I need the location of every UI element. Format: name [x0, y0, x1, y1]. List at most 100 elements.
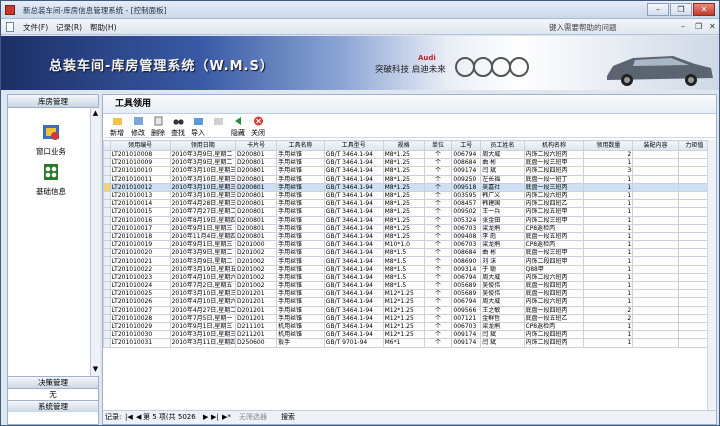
- table-cell[interactable]: 内饰二段三班甲: [523, 215, 585, 225]
- new-button[interactable]: 新增: [107, 116, 127, 138]
- table-cell[interactable]: 2010年4月10日,星期六: [169, 272, 237, 283]
- table-cell[interactable]: 008457: [451, 199, 482, 209]
- row-selector-header[interactable]: [103, 140, 111, 151]
- row-selector[interactable]: [103, 313, 111, 323]
- row-selector[interactable]: [103, 297, 111, 307]
- filter-indicator[interactable]: 无筛选器: [239, 411, 267, 424]
- table-cell[interactable]: 009174: [451, 338, 482, 348]
- row-selector[interactable]: [103, 321, 111, 332]
- scroll-up-icon[interactable]: ▲: [92, 109, 99, 118]
- table-cell[interactable]: 个: [423, 248, 453, 258]
- table-cell[interactable]: [632, 207, 679, 217]
- table-cell[interactable]: 梁龙鹃: [480, 321, 525, 332]
- scroll-down-icon[interactable]: ▼: [92, 365, 99, 374]
- table-cell[interactable]: D200801: [235, 215, 278, 225]
- table-cell[interactable]: 王之敏: [480, 305, 525, 315]
- table-cell[interactable]: GB/T 3464.1-94: [323, 231, 384, 242]
- table-cell[interactable]: 1: [583, 174, 634, 184]
- column-header[interactable]: 员工姓名: [480, 140, 525, 151]
- table-row[interactable]: LT201010022 2010年3月19日,星期五 D201002 手用丝锥 GB/T…: [103, 264, 712, 274]
- table-cell[interactable]: 周大威: [480, 149, 525, 160]
- table-cell[interactable]: LT201010029: [109, 321, 171, 332]
- table-cell[interactable]: 1: [583, 256, 634, 266]
- table-cell[interactable]: 吴俊伟: [480, 289, 525, 299]
- row-selector[interactable]: [103, 215, 111, 225]
- table-cell[interactable]: 手用丝锥: [276, 297, 325, 307]
- table-row[interactable]: LT201010013 2010年3月10日,星期三 D200801 手用丝锥 GB/T…: [103, 190, 712, 201]
- table-cell[interactable]: LT201010021: [109, 256, 171, 266]
- table-cell[interactable]: GB/T 3464.1-94: [323, 174, 384, 184]
- table-cell[interactable]: D201002: [235, 248, 278, 258]
- table-cell[interactable]: D201002: [235, 280, 278, 291]
- table-cell[interactable]: D200801: [235, 149, 278, 160]
- table-cell[interactable]: LT201010022: [109, 264, 171, 274]
- table-cell[interactable]: [632, 264, 679, 274]
- table-cell[interactable]: LT201010009: [109, 158, 171, 168]
- table-cell[interactable]: LT201010011: [109, 174, 171, 184]
- row-selector[interactable]: [103, 264, 111, 274]
- table-cell[interactable]: 个: [423, 330, 453, 340]
- table-cell[interactable]: D200801: [235, 199, 278, 209]
- table-cell[interactable]: 手用丝锥: [276, 199, 325, 209]
- table-cell[interactable]: 2: [583, 305, 634, 315]
- table-cell[interactable]: 左长福: [480, 174, 525, 184]
- table-cell[interactable]: [677, 182, 712, 192]
- table-cell[interactable]: M8*1.25: [382, 182, 425, 192]
- table-cell[interactable]: [632, 223, 679, 233]
- table-row[interactable]: LT201010014 2010年4月28日,星期三 D200801 手用丝锥 GB/T…: [103, 199, 712, 209]
- table-cell[interactable]: 009174: [451, 330, 482, 340]
- column-header[interactable]: 卡片号: [235, 140, 278, 151]
- column-header[interactable]: 领用数量: [583, 140, 634, 151]
- row-selector[interactable]: [103, 158, 111, 168]
- table-cell[interactable]: LT201010026: [109, 297, 171, 307]
- table-cell[interactable]: M8*1.25: [382, 207, 425, 217]
- table-row[interactable]: LT201010026 2010年4月10日,星期六 D201201 手用丝锥 GB/T…: [103, 297, 712, 307]
- table-cell[interactable]: M8*1.25: [382, 215, 425, 225]
- table-cell[interactable]: 006794: [451, 272, 482, 283]
- table-cell[interactable]: 手用丝锥: [276, 174, 325, 184]
- table-cell[interactable]: 手用丝锥: [276, 272, 325, 283]
- table-cell[interactable]: M8*1.5: [382, 280, 425, 291]
- table-cell[interactable]: 1: [583, 264, 634, 274]
- table-cell[interactable]: 内饰二段四班乙: [523, 199, 585, 209]
- table-cell[interactable]: [677, 240, 712, 250]
- new-record-button[interactable]: ▶*: [222, 411, 231, 424]
- table-cell[interactable]: GB/T 3464.1-94: [323, 264, 384, 274]
- table-cell[interactable]: [632, 272, 679, 283]
- table-cell[interactable]: 1: [583, 223, 634, 233]
- table-cell[interactable]: 2010年4月10日,星期六: [169, 297, 237, 307]
- table-cell[interactable]: 2010年3月10日,星期三: [169, 190, 237, 201]
- table-cell[interactable]: D200801: [235, 174, 278, 184]
- help-search-box[interactable]: 键入需要帮助的问题: [549, 22, 617, 33]
- table-cell[interactable]: LT201010027: [109, 305, 171, 315]
- table-cell[interactable]: D200801: [235, 182, 278, 192]
- table-cell[interactable]: [677, 330, 712, 340]
- table-cell[interactable]: M12*1.25: [382, 313, 425, 323]
- table-row[interactable]: LT201010017 2010年9月1日,星期三 D200801 手用丝锥 GB/T …: [103, 223, 712, 233]
- sidebar-section-system[interactable]: 系统管理: [8, 400, 98, 412]
- doc-close-button[interactable]: ✕: [709, 22, 716, 31]
- table-row[interactable]: LT201010023 2010年4月10日,星期六 D201002 手用丝锥 GB/T…: [103, 272, 712, 283]
- table-cell[interactable]: CP8返检丙: [523, 223, 585, 233]
- table-cell[interactable]: GB/T 3464.1-94: [323, 321, 384, 332]
- table-cell[interactable]: D201201: [235, 297, 278, 307]
- table-cell[interactable]: 006703: [451, 223, 482, 233]
- column-header[interactable]: 装配内容: [632, 140, 679, 151]
- table-cell[interactable]: LT201010017: [109, 223, 171, 233]
- column-header[interactable]: 力矩值: [677, 140, 712, 151]
- table-cell[interactable]: M8*1.25: [382, 174, 425, 184]
- table-cell[interactable]: M8*1.25: [382, 190, 425, 201]
- table-cell[interactable]: 内饰二段六班丙: [523, 272, 585, 283]
- table-cell[interactable]: 底盘一段三班甲: [523, 158, 585, 168]
- table-cell[interactable]: Q88甲: [523, 264, 585, 274]
- table-cell[interactable]: 手用丝锥: [276, 166, 325, 176]
- table-cell[interactable]: 底盘一段一班丁: [523, 174, 585, 184]
- table-cell[interactable]: 1: [583, 158, 634, 168]
- table-cell[interactable]: M8*1.25: [382, 158, 425, 168]
- table-cell[interactable]: 机用丝锥: [276, 321, 325, 332]
- table-cell[interactable]: [632, 166, 679, 176]
- close-form-button[interactable]: 关闭: [248, 116, 268, 138]
- table-row[interactable]: LT201010011 2010年3月10日,星期三 D200801 手用丝锥 GB/T…: [103, 174, 712, 184]
- table-cell[interactable]: M8*1.5: [382, 248, 425, 258]
- table-cell[interactable]: LT201010012: [109, 182, 171, 192]
